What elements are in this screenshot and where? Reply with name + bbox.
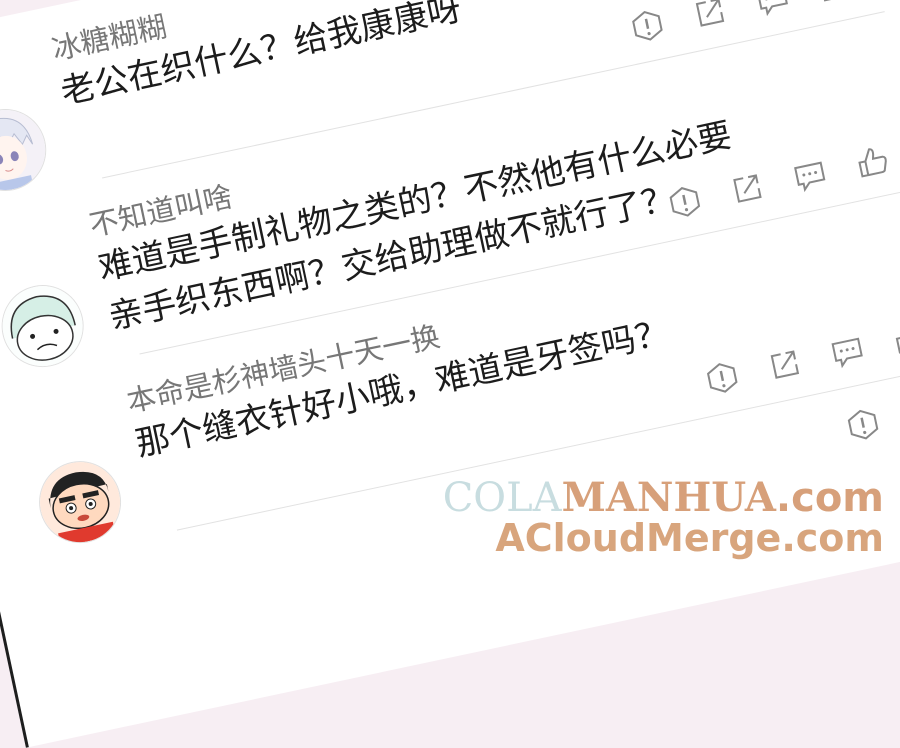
like-icon[interactable]: [851, 141, 894, 184]
comment-icon[interactable]: [789, 154, 832, 197]
warning-icon[interactable]: [701, 357, 744, 400]
warning-icon[interactable]: [626, 4, 669, 47]
avatar[interactable]: [0, 277, 91, 374]
avatar[interactable]: [31, 454, 128, 551]
watermark-manhua: MANHUA: [562, 474, 776, 521]
share-icon[interactable]: [764, 343, 807, 386]
watermark-cola: COLA: [443, 475, 562, 521]
comment-actions: [842, 390, 900, 446]
comment-icon[interactable]: [826, 330, 869, 373]
share-icon[interactable]: [726, 167, 769, 210]
watermark-com: .com: [776, 475, 884, 521]
like-icon[interactable]: [814, 0, 857, 7]
avatar[interactable]: [0, 101, 54, 198]
like-icon[interactable]: [889, 317, 900, 360]
watermark-colamanhua: COLAMANHUA.com: [443, 474, 884, 521]
warning-icon[interactable]: [842, 403, 885, 446]
share-icon[interactable]: [689, 0, 732, 34]
warning-icon[interactable]: [663, 180, 706, 223]
comment-icon[interactable]: [751, 0, 794, 21]
comment-screen: 冰糖糊糊 老公在织什么？给我康康呀: [0, 0, 900, 748]
watermark-acloudmerge: ACloudMerge.com: [495, 516, 884, 560]
